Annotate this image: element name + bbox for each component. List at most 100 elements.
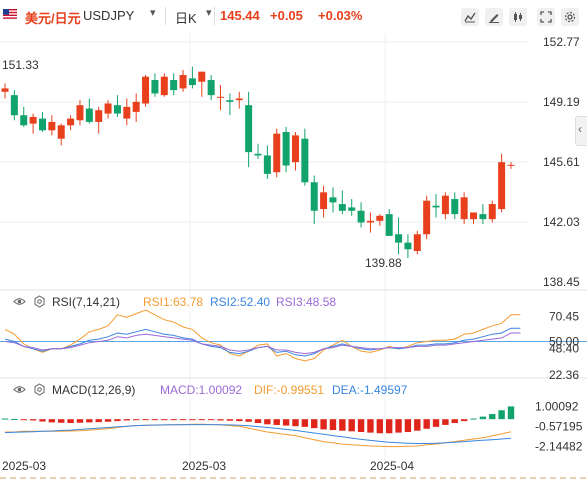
candle-body [95,110,103,122]
candle-body [282,132,290,166]
candle-body [1,88,9,92]
candle-body [104,103,112,114]
y-tick-label: 149.19 [543,95,580,109]
high-annotation: 151.33 [2,58,39,72]
macd-histogram-bar [367,419,374,433]
macd-histogram-bar [264,419,271,425]
macd-histogram-bar [479,416,487,420]
candle-body [395,234,403,243]
macd-histogram-bar [236,419,243,422]
rsi-tick-label: 70.45 [549,310,579,324]
macd-histogram-bar [11,418,18,420]
candle-body [10,95,18,116]
macd-histogram-bar [432,419,440,427]
macd-header: MACD(12,26,9) MACD:1.00092 DIF:-0.99551 … [0,381,587,399]
candle-body [470,212,478,220]
macd-histogram-bar [292,419,299,427]
macd-histogram-bar [39,419,46,422]
candle-body [338,204,346,211]
macd-histogram-bar [114,419,121,422]
chevron-left-icon: ‹ [578,122,582,136]
candle-body [235,98,243,101]
macd-histogram-bar [20,419,27,421]
candle-body [179,75,187,89]
candle-body [348,207,356,211]
candle-body [329,197,337,203]
dea-value: DEA:-1.49597 [332,383,408,397]
macd-histogram-bar [86,419,93,423]
candle-body [217,96,225,98]
macd-histogram-bar [179,419,187,421]
gear-icon[interactable] [33,295,46,308]
candle-body [432,205,440,208]
eye-icon[interactable] [13,383,26,396]
candle-body [488,204,496,220]
rsi-label: RSI(7,14,21) [52,295,121,309]
candle-body [123,106,131,119]
candle-body [245,105,253,153]
macd-histogram-bar [170,419,177,421]
macd-histogram-bar [48,419,56,423]
y-tick-label: 142.03 [543,215,580,229]
macd-histogram-bar [282,419,290,426]
eye-icon[interactable] [13,295,26,308]
candle-body [151,80,159,94]
rsi-tick-label: 22.36 [549,368,579,382]
candle-body [132,101,140,112]
candle-body [48,121,56,131]
macd-histogram-bar [189,419,196,421]
macd-tick-label: -2.14482 [535,440,583,454]
candle-body [310,182,318,211]
macd-histogram-bar [385,419,393,434]
candle-body [413,234,421,251]
candle-body [441,195,449,215]
candle-body [170,80,178,91]
candle-body [76,105,84,121]
macd-histogram-bar [1,418,9,420]
x-tick-label: 2025-03 [182,459,226,473]
rsi1-value: RSI1:63.78 [143,295,204,309]
panel-toggle-handle[interactable]: ‹ [575,116,587,146]
dif-value: DIF:-0.99551 [254,383,325,397]
macd-histogram-bar [348,419,355,432]
candle-body [460,197,468,220]
candle-body [254,153,262,156]
macd-histogram-bar [442,419,449,425]
macd-tick-label: 1.00092 [535,399,579,413]
candle-body [142,76,150,104]
y-tick-label: 152.77 [543,35,580,49]
candle-body [273,133,281,173]
candle-body [366,220,374,223]
y-tick-label: 145.61 [543,155,580,169]
candle-body [301,138,309,183]
chart-canvas[interactable]: 152.77 149.19 145.61 142.03 138.45 151.33 139.… [0,0,587,482]
macd-histogram-bar [95,419,102,423]
macd-histogram-bar [404,419,412,432]
macd-histogram-bar [507,406,515,420]
macd-histogram-bar [254,419,262,424]
candle-body [376,215,384,221]
macd-histogram-bar [357,419,365,432]
macd-histogram-bar [104,419,112,422]
y-tick-label: 138.45 [543,275,580,289]
candle-body [291,135,299,163]
macd-histogram-bar [329,419,337,431]
gear-icon[interactable] [33,383,46,396]
candle-body [207,80,215,96]
macd-histogram-bar [489,414,496,420]
candle-body [57,125,65,139]
candle-body [113,105,121,114]
candle-body [29,116,37,124]
candle-body [198,71,206,82]
macd-value: MACD:1.00092 [160,383,243,397]
macd-histogram-bar [132,419,140,421]
rsi-header: RSI(7,14,21) RSI1:63.78 RSI2:52.40 RSI3:… [0,293,587,311]
rsi-series-line [4,309,521,362]
macd-histogram-bar [198,419,205,421]
macd-histogram-bar [470,418,477,420]
macd-histogram-bar [161,419,168,421]
macd-tick-label: -0.57195 [535,420,583,434]
candle-body [188,78,196,86]
candle-body [85,108,93,122]
macd-histogram-bar [320,419,327,430]
